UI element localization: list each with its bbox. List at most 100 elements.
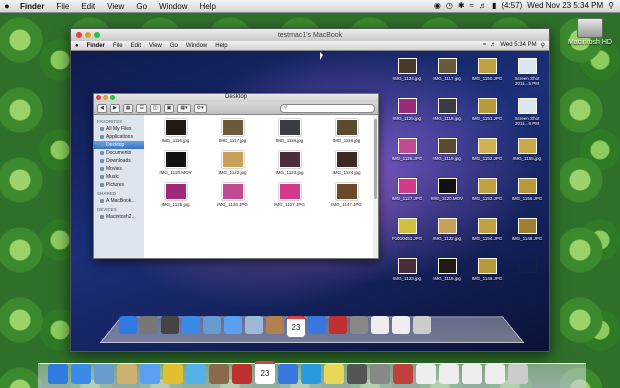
desktop-file-icon[interactable]: IMG_1117.jpg <box>427 55 467 95</box>
safari-icon[interactable] <box>140 364 160 384</box>
stickies-icon[interactable] <box>324 364 344 384</box>
document-icon[interactable] <box>392 316 410 334</box>
file-item[interactable]: IMG_1125.jpg <box>148 183 203 214</box>
launchpad-icon[interactable] <box>140 316 158 334</box>
desktop-file-icon[interactable]: IMG_1154.JPG <box>467 215 507 255</box>
sidebar-item-documents[interactable]: Documents <box>94 149 144 157</box>
file-item[interactable]: IMG_1126.JPG <box>205 183 260 214</box>
finder-titlebar[interactable]: Desktop <box>94 94 378 102</box>
safari-icon[interactable] <box>224 316 242 334</box>
appstore-icon[interactable] <box>182 316 200 334</box>
remote-menu-app[interactable]: Finder <box>83 43 109 49</box>
remote-menu-help[interactable]: Help <box>211 43 231 49</box>
document-icon[interactable] <box>462 364 482 384</box>
desktop-file-icon[interactable]: IMG_1122.jpg <box>427 215 467 255</box>
desktop-hd-icon[interactable]: Macintosh HD <box>560 18 620 46</box>
desktop-file-icon[interactable]: IMG_1156.JPG <box>507 175 547 215</box>
sidebar-item-applications[interactable]: Applications <box>94 133 144 141</box>
remote-menu-edit[interactable]: Edit <box>127 43 145 49</box>
itunes-icon[interactable] <box>278 364 298 384</box>
menu-window[interactable]: Window <box>153 2 193 11</box>
desktop-file-icon[interactable]: IMG_1155.jpg <box>507 135 547 175</box>
file-item[interactable]: IMG_1119.jpg <box>319 119 374 150</box>
spotlight-icon[interactable]: ⚲ <box>608 0 614 12</box>
tweetbot-icon[interactable] <box>186 364 206 384</box>
search-field[interactable]: ⚲ <box>280 103 375 113</box>
desktop-file-icon[interactable]: P1010451.JPG <box>387 215 427 255</box>
skype-icon[interactable] <box>301 364 321 384</box>
desktop-file-icon[interactable]: IMG_1125.jpg <box>387 95 427 135</box>
remote-volume-icon[interactable]: ♬ <box>490 42 496 49</box>
finder-icon[interactable] <box>48 364 68 384</box>
photobooth-icon[interactable] <box>232 364 252 384</box>
list-view-button[interactable]: ☰ <box>136 103 147 113</box>
column-view-button[interactable]: ◫ <box>149 103 161 113</box>
appstore-icon[interactable] <box>71 364 91 384</box>
contacts-icon[interactable] <box>266 316 284 334</box>
document-icon[interactable] <box>485 364 505 384</box>
desktop-file-icon[interactable]: IMG_1126.JPG <box>387 135 427 175</box>
finder-scrollbar[interactable] <box>373 115 378 258</box>
document-icon[interactable] <box>371 316 389 334</box>
desktop-file-icon[interactable]: IMG_1119.jpg <box>427 135 467 175</box>
mail-icon[interactable] <box>245 316 263 334</box>
remote-apple-icon[interactable]: ● <box>71 43 83 49</box>
dictionary-icon[interactable] <box>393 364 413 384</box>
forward-button[interactable]: ▶ <box>109 103 120 113</box>
desktop-file-icon[interactable]: IMG_1124.jpg <box>387 55 427 95</box>
sidebar-item-device-hd[interactable]: Macintosh2... <box>94 213 144 221</box>
remote-wifi-icon[interactable]: ≈ <box>483 42 486 49</box>
file-item[interactable]: IMG_1116.jpg <box>148 119 203 150</box>
volume-icon[interactable]: ♬ <box>479 0 487 12</box>
desktop-file-icon[interactable]: Screen Shot 2011...6 PM <box>507 95 547 135</box>
remote-desktop[interactable]: ● Finder File Edit View Go Window Help ≈… <box>71 41 549 351</box>
menu-edit[interactable]: Edit <box>75 2 101 11</box>
finder-zoom-button[interactable] <box>110 95 115 100</box>
finder-close-button[interactable] <box>96 95 101 100</box>
bluetooth-icon[interactable]: ✱ <box>458 0 465 12</box>
menu-file[interactable]: File <box>50 2 75 11</box>
file-item[interactable]: IMG_1147.JPG <box>319 183 374 214</box>
notes-icon[interactable] <box>117 364 137 384</box>
desktop-file-icon[interactable]: Screen Shot 2011...5 PM <box>507 55 547 95</box>
wifi-icon[interactable]: ≈ <box>470 0 474 12</box>
scrollbar-thumb[interactable] <box>374 119 377 199</box>
sidebar-item-music[interactable]: Music <box>94 173 144 181</box>
system-prefs-icon[interactable] <box>370 364 390 384</box>
desktop-file-icon[interactable]: IMG_1123.jpg <box>387 255 427 295</box>
desktop-file-icon[interactable]: IMG_1118.jpg <box>427 95 467 135</box>
remote-menu-window[interactable]: Window <box>182 43 211 49</box>
remote-menu-file[interactable]: File <box>109 43 127 49</box>
file-item[interactable]: IMG_1118.jpg <box>262 119 317 150</box>
sidebar-item-pictures[interactable]: Pictures <box>94 181 144 189</box>
preview-icon[interactable] <box>203 316 221 334</box>
menu-help[interactable]: Help <box>193 2 221 11</box>
remote-clock[interactable]: Wed 5:34 PM <box>500 42 536 49</box>
chrome-icon[interactable] <box>163 364 183 384</box>
document-icon[interactable] <box>416 364 436 384</box>
itunes-icon[interactable] <box>308 316 326 334</box>
trash-icon[interactable] <box>508 364 528 384</box>
file-item[interactable]: IMG_1127.JPG <box>262 183 317 214</box>
mission-control-icon[interactable] <box>161 316 179 334</box>
desktop-file-icon[interactable]: IMG_1152.JPG <box>467 135 507 175</box>
menu-app-finder[interactable]: Finder <box>14 2 50 11</box>
desktop-file-icon[interactable]: IMG_1149.JPG <box>467 255 507 295</box>
menu-clock[interactable]: Wed Nov 23 5:34 PM <box>527 0 603 12</box>
sidebar-item-shared-macbook[interactable]: A MacBook... <box>94 197 144 205</box>
document-icon[interactable] <box>439 364 459 384</box>
calendar-icon[interactable]: 23 <box>287 316 305 337</box>
battery-status[interactable]: (4:57) <box>501 0 522 12</box>
system-prefs-icon[interactable] <box>350 316 368 334</box>
trash-icon[interactable] <box>413 316 431 334</box>
arrange-button[interactable]: ▦▾ <box>177 103 191 113</box>
desktop-file-icon[interactable]: IMG_1153.JPG <box>467 175 507 215</box>
remote-spotlight-icon[interactable]: ⚲ <box>541 42 545 49</box>
calendar-icon[interactable]: 23 <box>255 361 275 384</box>
file-item[interactable]: IMG_1123.jpg <box>262 151 317 182</box>
time-machine-icon[interactable]: ◷ <box>446 0 453 12</box>
file-item[interactable]: IMG_1117.jpg <box>205 119 260 150</box>
photobooth-icon[interactable] <box>329 316 347 334</box>
photos-icon[interactable] <box>209 364 229 384</box>
desktop-file-icon[interactable] <box>507 255 547 295</box>
